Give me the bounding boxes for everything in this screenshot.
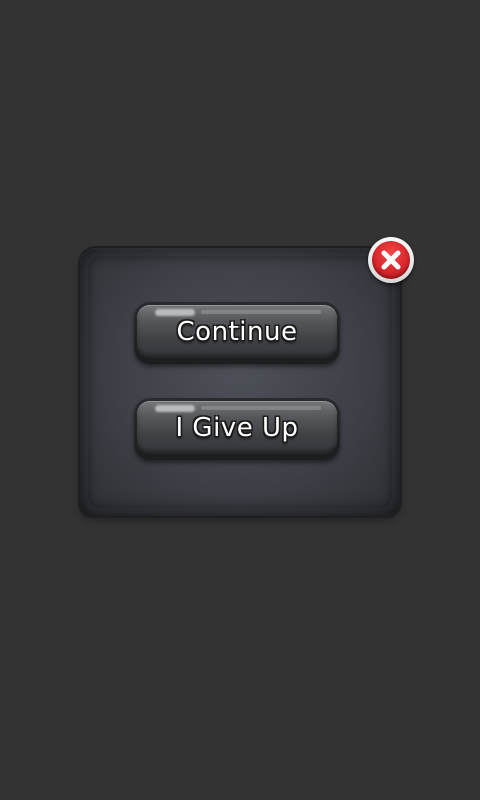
give-up-button[interactable]: I Give Up bbox=[134, 398, 340, 460]
close-button[interactable] bbox=[368, 237, 414, 283]
continue-button-label: Continue bbox=[176, 316, 298, 347]
pause-dialog: Continue I Give Up bbox=[80, 248, 400, 516]
continue-button[interactable]: Continue bbox=[134, 302, 340, 364]
close-x-icon bbox=[381, 250, 401, 270]
game-screen: Continue I Give Up bbox=[0, 0, 480, 800]
give-up-button-label: I Give Up bbox=[175, 412, 299, 443]
